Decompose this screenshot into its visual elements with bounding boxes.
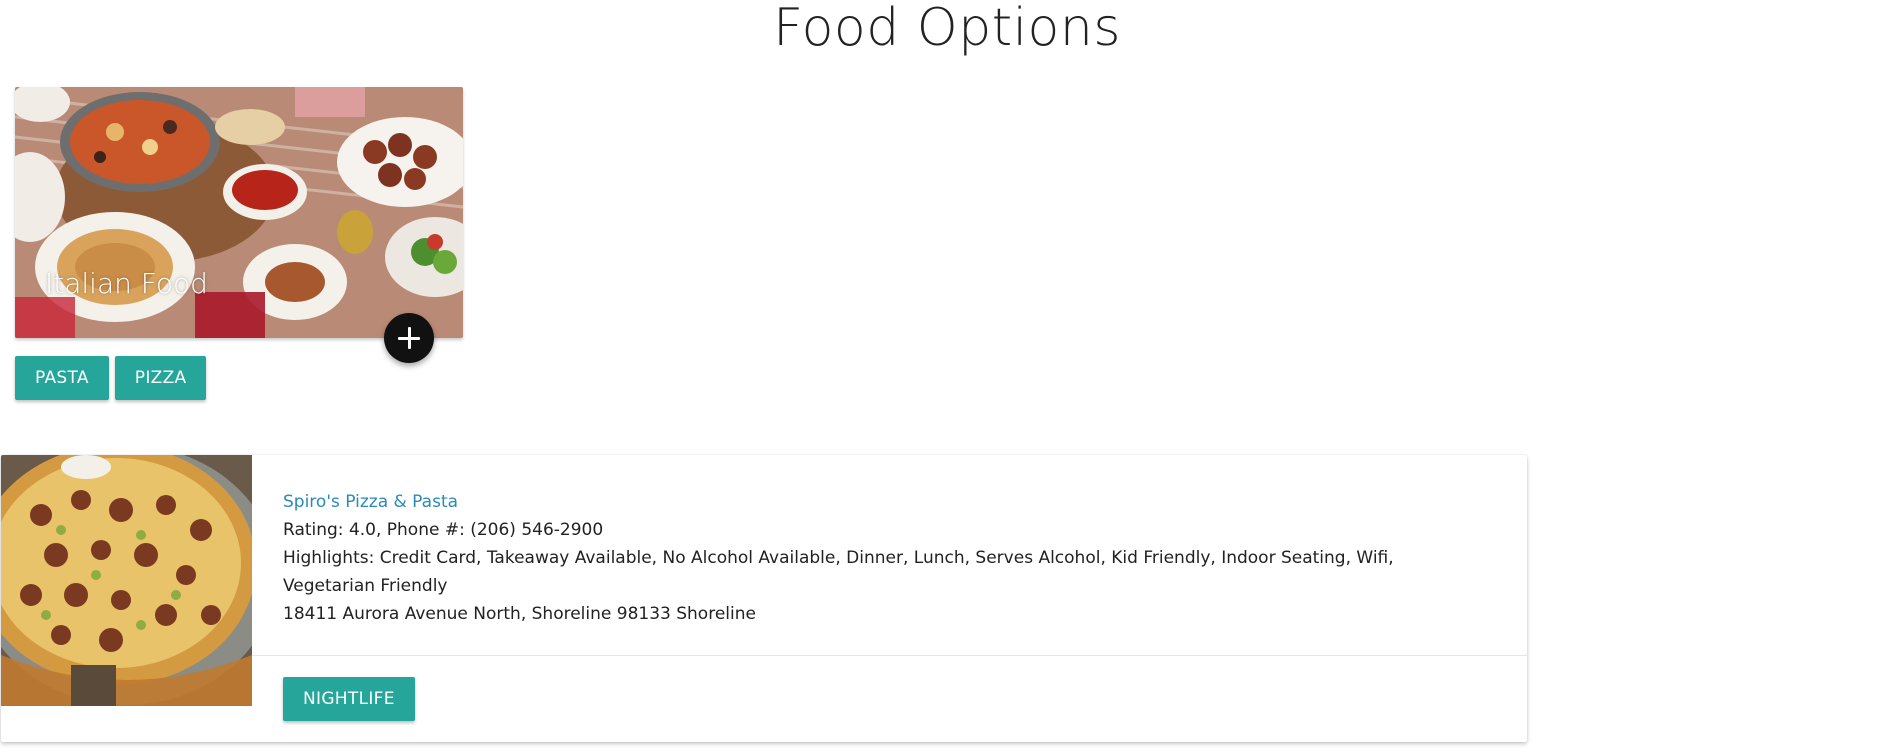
card-actions: NIGHTLIFE bbox=[283, 677, 415, 721]
category-image bbox=[15, 87, 463, 338]
restaurant-rating-phone: Rating: 4.0, Phone #: (206) 546-2900 bbox=[283, 520, 604, 540]
restaurant-image bbox=[1, 455, 252, 706]
restaurant-highlights: Highlights: Credit Card, Takeaway Availa… bbox=[283, 548, 1394, 596]
category-tags: PASTA PIZZA bbox=[15, 356, 207, 400]
restaurant-name-link[interactable]: Spiro's Pizza & Pasta bbox=[283, 488, 1483, 516]
restaurant-details: Spiro's Pizza & Pasta Rating: 4.0, Phone… bbox=[283, 488, 1483, 628]
restaurant-card: Spiro's Pizza & Pasta Rating: 4.0, Phone… bbox=[1, 455, 1527, 742]
restaurant-address: 18411 Aurora Avenue North, Shoreline 981… bbox=[283, 604, 756, 624]
category-title: Italian Food bbox=[45, 267, 208, 300]
page: Food Options Italian Food PASTA PIZZA Sp… bbox=[0, 0, 1894, 754]
plus-icon bbox=[398, 327, 420, 349]
add-category-button[interactable] bbox=[384, 313, 434, 363]
category-card[interactable]: Italian Food bbox=[15, 87, 463, 338]
page-title: Food Options bbox=[773, 0, 1121, 58]
tag-pasta-button[interactable]: PASTA bbox=[15, 356, 109, 400]
nightlife-button[interactable]: NIGHTLIFE bbox=[283, 677, 415, 721]
card-divider bbox=[252, 655, 1527, 656]
tag-pizza-button[interactable]: PIZZA bbox=[114, 356, 207, 400]
